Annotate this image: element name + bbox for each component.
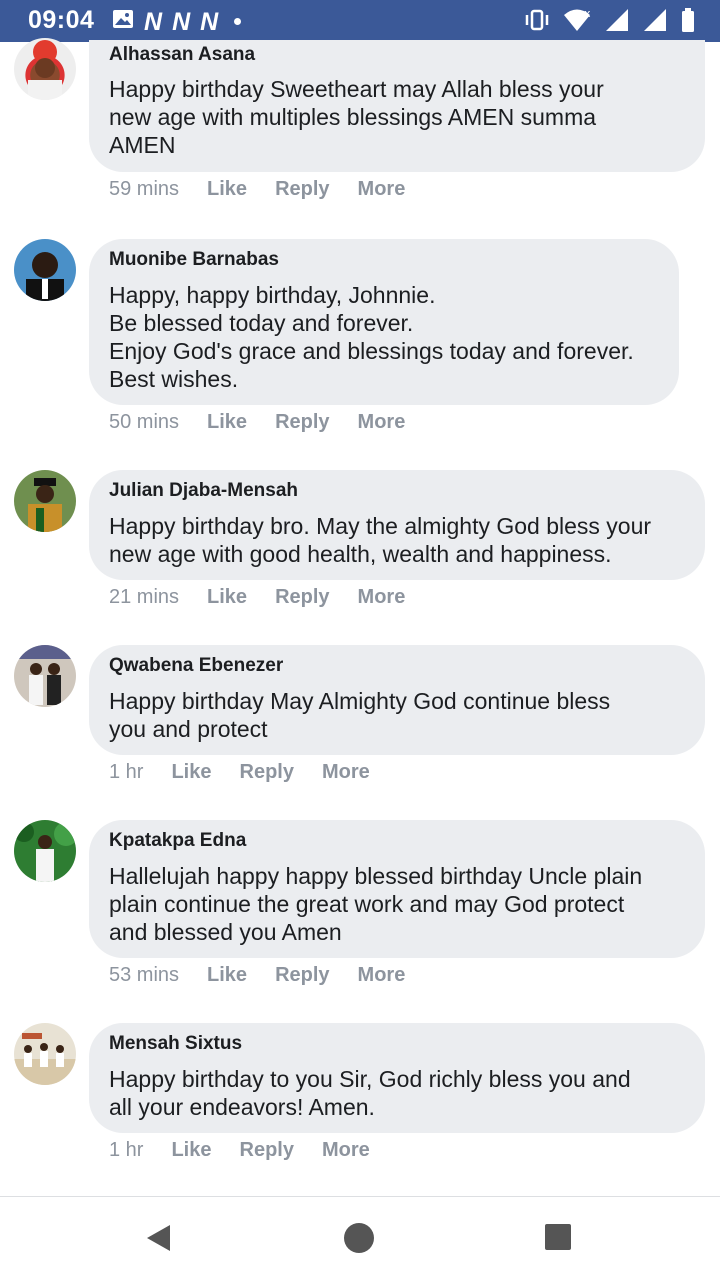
comment-actions: 50 mins Like Reply More — [109, 411, 433, 434]
comment-actions: 53 mins Like Reply More — [109, 964, 433, 987]
vibrate-icon — [524, 8, 550, 37]
avatar[interactable] — [14, 1023, 76, 1085]
comment-author[interactable]: Kpatakpa Edna — [109, 830, 246, 852]
notification-icons: N N N — [112, 7, 242, 36]
reply-button[interactable]: Reply — [275, 964, 329, 987]
reply-button[interactable]: Reply — [275, 411, 329, 434]
comment-text: Happy birthday May Almighty God continue… — [109, 688, 611, 742]
reply-button[interactable]: Reply — [240, 761, 294, 784]
like-button[interactable]: Like — [207, 178, 247, 201]
status-time: 09:04 — [28, 6, 95, 34]
comment-bubble: Kpatakpa Edna Hallelujah happy happy ble… — [89, 820, 705, 958]
comment-time[interactable]: 1 hr — [109, 1139, 143, 1162]
dot-icon — [234, 18, 242, 25]
reply-button[interactable]: Reply — [275, 178, 329, 201]
comment-actions: 1 hr Like Reply More — [109, 761, 398, 784]
comment-bubble: Alhassan Asana Happy birthday Sweetheart… — [89, 40, 705, 172]
more-button[interactable]: More — [358, 586, 406, 609]
back-icon[interactable] — [144, 1223, 174, 1258]
comment-time[interactable]: 59 mins — [109, 178, 179, 201]
comment-author[interactable]: Mensah Sixtus — [109, 1033, 242, 1055]
comment-text: Hallelujah happy happy blessed birthday … — [109, 863, 643, 945]
n-icon: N — [172, 7, 191, 36]
comment-text: Happy, happy birthday, Johnnie. Be bless… — [109, 282, 634, 392]
comment-text: Happy birthday Sweetheart may Allah bles… — [109, 76, 604, 158]
navigation-bar — [0, 1196, 720, 1281]
avatar[interactable] — [14, 38, 76, 100]
like-button[interactable]: Like — [171, 761, 211, 784]
like-button[interactable]: Like — [171, 1139, 211, 1162]
n-icon: N — [144, 7, 163, 36]
image-icon — [112, 9, 134, 34]
comment-author[interactable]: Qwabena Ebenezer — [109, 655, 283, 677]
comment-time[interactable]: 50 mins — [109, 411, 179, 434]
recents-icon[interactable] — [544, 1223, 572, 1256]
like-button[interactable]: Like — [207, 964, 247, 987]
comment-actions: 21 mins Like Reply More — [109, 586, 433, 609]
more-button[interactable]: More — [322, 1139, 370, 1162]
more-button[interactable]: More — [358, 411, 406, 434]
reply-button[interactable]: Reply — [240, 1139, 294, 1162]
comment-text: Happy birthday bro. May the almighty God… — [109, 513, 652, 567]
like-button[interactable]: Like — [207, 411, 247, 434]
signal-icon — [604, 7, 630, 38]
svg-text:x: x — [584, 7, 591, 20]
more-button[interactable]: More — [358, 964, 406, 987]
comment-actions: 59 mins Like Reply More — [109, 178, 433, 201]
comment-bubble: Muonibe Barnabas Happy, happy birthday, … — [89, 239, 679, 405]
avatar[interactable] — [14, 470, 76, 532]
status-bar: 09:04 N N N x — [0, 0, 720, 42]
comment-author[interactable]: Alhassan Asana — [109, 44, 255, 66]
comment-bubble: Julian Djaba-Mensah Happy birthday bro. … — [89, 470, 705, 580]
avatar[interactable] — [14, 820, 76, 882]
wifi-icon: x — [562, 7, 592, 38]
comment-bubble: Qwabena Ebenezer Happy birthday May Almi… — [89, 645, 705, 755]
reply-button[interactable]: Reply — [275, 586, 329, 609]
comment-bubble: Mensah Sixtus Happy birthday to you Sir,… — [89, 1023, 705, 1133]
comment-time[interactable]: 53 mins — [109, 964, 179, 987]
more-button[interactable]: More — [322, 761, 370, 784]
comment-text: Happy birthday to you Sir, God richly bl… — [109, 1066, 631, 1120]
like-button[interactable]: Like — [207, 586, 247, 609]
more-button[interactable]: More — [358, 178, 406, 201]
avatar[interactable] — [14, 239, 76, 301]
comment-time[interactable]: 1 hr — [109, 761, 143, 784]
comment-actions: 1 hr Like Reply More — [109, 1139, 398, 1162]
battery-icon — [680, 7, 696, 38]
home-icon[interactable] — [343, 1223, 375, 1260]
system-icons: x — [524, 7, 696, 38]
avatar[interactable] — [14, 645, 76, 707]
comment-author[interactable]: Julian Djaba-Mensah — [109, 480, 298, 502]
signal-icon — [642, 7, 668, 38]
n-icon: N — [200, 7, 219, 36]
comment-time[interactable]: 21 mins — [109, 586, 179, 609]
comment-author[interactable]: Muonibe Barnabas — [109, 249, 279, 271]
